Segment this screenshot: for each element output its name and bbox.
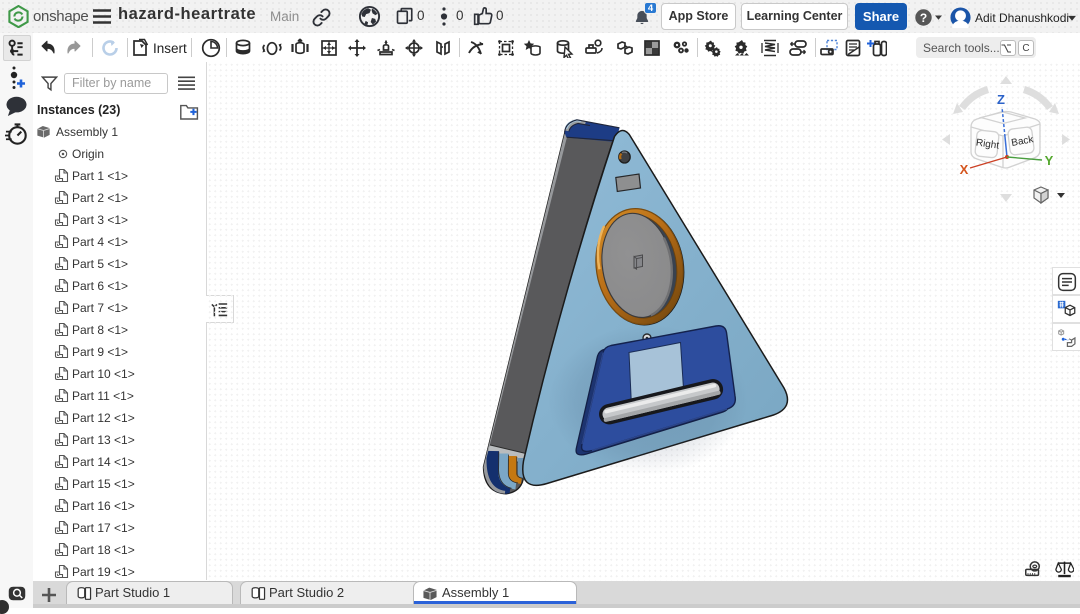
svg-text:?: ?	[920, 11, 927, 25]
svg-text:Y: Y	[1045, 153, 1054, 168]
svg-text:Z: Z	[997, 92, 1005, 107]
svg-text:X: X	[960, 162, 969, 177]
